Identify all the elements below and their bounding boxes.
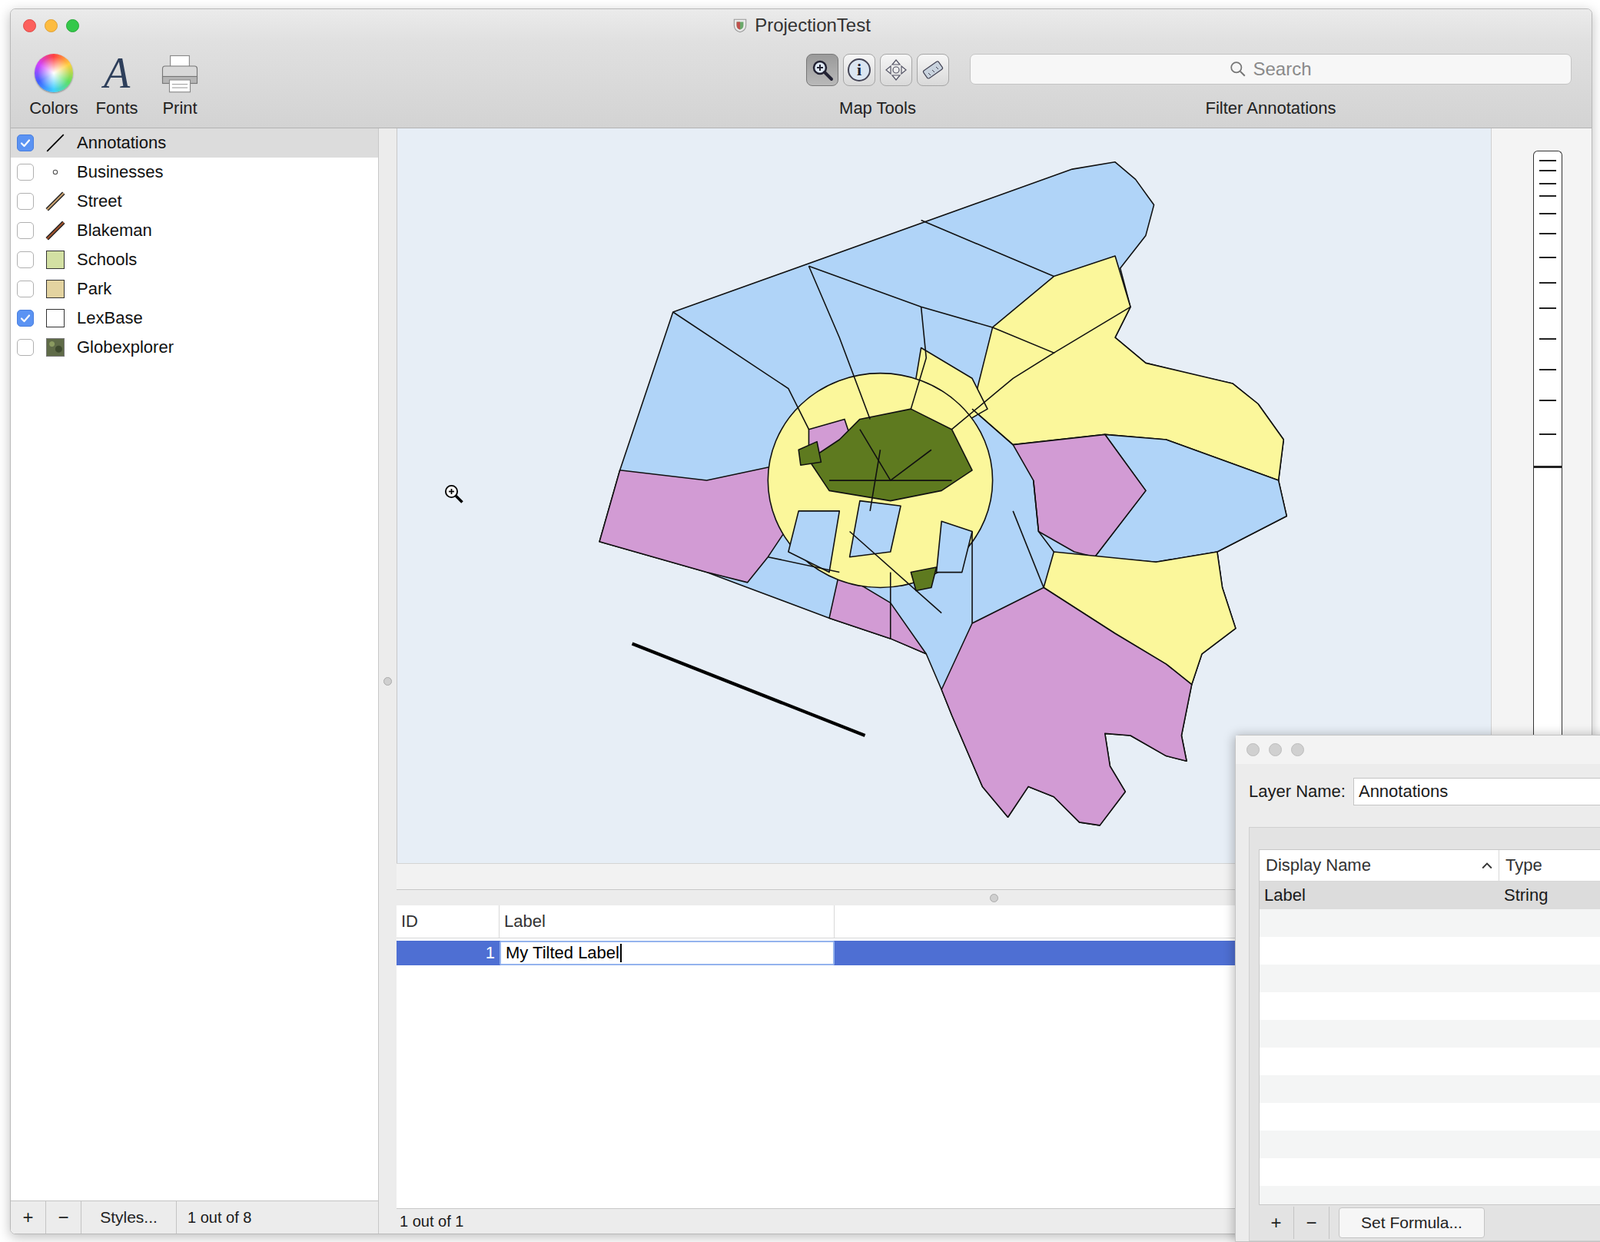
zoom-tool[interactable] <box>806 53 839 87</box>
magnifier-icon <box>1229 60 1247 78</box>
layer-name-label: Layer Name: <box>1248 781 1346 802</box>
layer-inspector-window[interactable]: Layer Name: Annotations Display NameTypeLa… <box>1234 734 1600 1242</box>
column-header[interactable]: Display Name <box>1259 849 1500 881</box>
fill-swatch-icon <box>44 278 67 300</box>
fill-swatch-icon <box>44 248 67 271</box>
color-wheel-icon <box>34 53 74 93</box>
layer-item[interactable]: LexBase <box>10 303 379 333</box>
check-icon <box>19 136 32 150</box>
fill-swatch-icon <box>44 307 67 329</box>
add-layer-button[interactable]: + <box>10 1201 47 1234</box>
panel-title-bar <box>1235 735 1600 764</box>
info-tool[interactable]: i <box>843 53 876 87</box>
zoom-cursor-icon <box>443 483 465 505</box>
column-header[interactable]: ID <box>396 905 500 938</box>
measure-tool[interactable] <box>916 53 950 87</box>
check-icon <box>19 312 32 325</box>
zoom-icon <box>809 57 835 83</box>
styles-button[interactable]: Styles... <box>81 1201 177 1234</box>
map-tools: iMap Tools <box>800 41 955 119</box>
screen: ProjectionTest ColorsAFontsPrint iMap Tool… <box>0 0 1600 1242</box>
line-swatch-icon <box>44 132 67 154</box>
layer-item[interactable]: Street <box>10 186 379 216</box>
window-title: ProjectionTest <box>731 14 871 37</box>
layer-list: AnnotationsBusinessesStreetBlakemanSchoo… <box>10 128 379 1201</box>
point-swatch-icon <box>44 161 67 183</box>
pan-tool[interactable] <box>879 53 913 87</box>
sidebar-footer: +−Styles...1 out of 8 <box>10 1200 379 1234</box>
layer-sidebar: AnnotationsBusinessesStreetBlakemanSchoo… <box>10 128 379 1234</box>
search-group: SearchFilter Annotations <box>969 41 1572 119</box>
fonts-button[interactable]: AFonts <box>86 47 148 119</box>
info-icon: i <box>847 58 871 82</box>
printer-icon <box>159 52 201 94</box>
panel-button[interactable]: Set Formula... <box>1338 1207 1485 1239</box>
column-header[interactable]: Type <box>1499 849 1600 881</box>
road-swatch-icon <box>44 219 67 242</box>
zoom-button[interactable] <box>66 19 80 33</box>
panel-minimize-button[interactable] <box>1268 743 1282 757</box>
layer-checkbox[interactable] <box>16 309 34 327</box>
panel-button[interactable]: + <box>1258 1206 1295 1239</box>
layer-item[interactable]: Annotations <box>10 128 379 158</box>
panel-footer: +−Set Formula... <box>1258 1204 1600 1241</box>
layer-item[interactable]: Park <box>10 274 379 304</box>
layer-checkbox[interactable] <box>16 222 34 240</box>
layer-item[interactable]: Blakeman <box>10 215 379 246</box>
layer-count: 1 out of 8 <box>176 1208 252 1227</box>
layer-name-field[interactable]: Annotations <box>1353 777 1600 806</box>
road-swatch-icon <box>44 190 67 213</box>
search-field[interactable]: Search <box>969 53 1572 85</box>
minimize-button[interactable] <box>44 19 58 33</box>
title-bar: ProjectionTest <box>10 9 1592 42</box>
column-header[interactable]: Label <box>499 905 835 938</box>
pan-icon <box>883 57 909 83</box>
panel-zoom-button[interactable] <box>1291 743 1305 757</box>
measure-icon <box>920 57 946 83</box>
layer-item[interactable]: Businesses <box>10 157 379 187</box>
window-controls <box>23 19 80 33</box>
remove-layer-button[interactable]: − <box>46 1201 82 1234</box>
panel-button[interactable]: − <box>1294 1206 1330 1239</box>
field-row[interactable]: LabelString <box>1259 881 1600 910</box>
vertical-splitter[interactable] <box>378 128 397 1234</box>
layer-checkbox[interactable] <box>16 192 34 210</box>
label-cell[interactable]: My Tilted Label <box>499 940 835 966</box>
layer-item[interactable]: Schools <box>10 245 379 275</box>
layer-checkbox[interactable] <box>16 163 34 181</box>
colors-button[interactable]: Colors <box>23 47 85 119</box>
layer-checkbox[interactable] <box>16 280 34 298</box>
panel-close-button[interactable] <box>1246 743 1260 757</box>
print-button[interactable]: Print <box>149 47 211 119</box>
layer-item[interactable]: Globexplorer <box>10 332 379 362</box>
layer-checkbox[interactable] <box>16 338 34 356</box>
annotation-line[interactable] <box>632 643 866 737</box>
layer-checkbox[interactable] <box>16 134 34 152</box>
toolbar: ColorsAFontsPrint iMap ToolsSearchFilter … <box>10 41 1592 129</box>
layer-checkbox[interactable] <box>16 251 34 269</box>
image-swatch-icon <box>44 336 67 359</box>
sort-ascending-icon <box>1481 861 1493 870</box>
font-icon: A <box>103 51 130 95</box>
close-button[interactable] <box>23 19 37 33</box>
field-table: Display NameTypeLabelString <box>1258 849 1600 1205</box>
document-icon <box>731 16 749 34</box>
